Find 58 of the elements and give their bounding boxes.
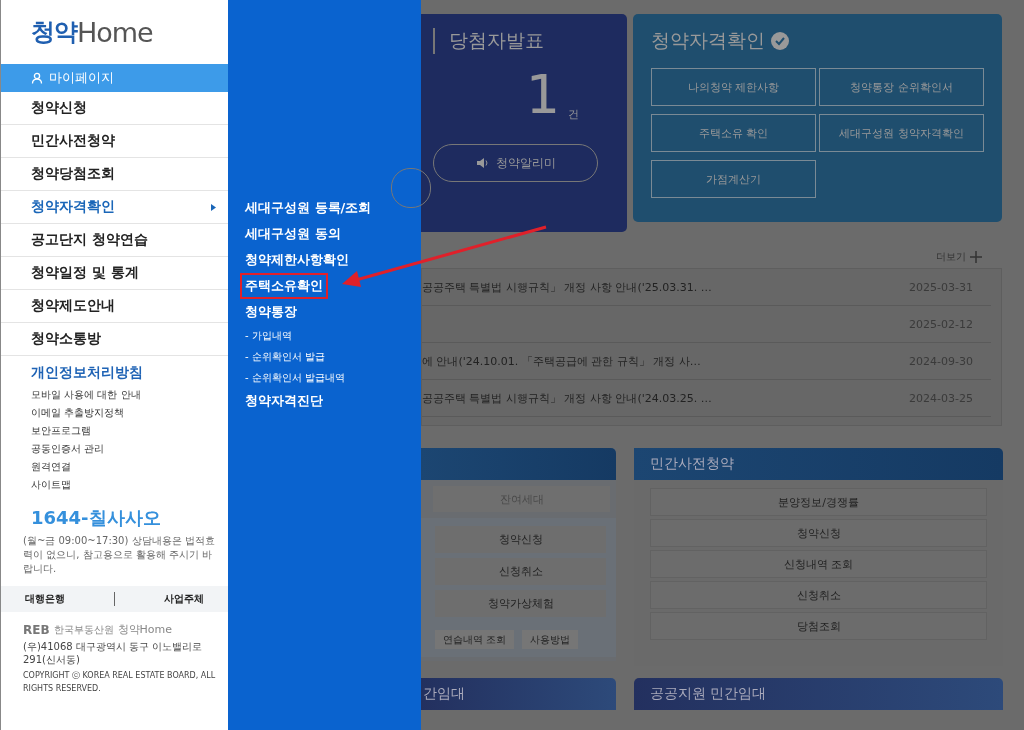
phone-note: (월~금 09:00~17:30) 상담내용은 법적효력이 없으니, 참고용으로 활용해 주시기 바랍니다. <box>22 534 216 576</box>
business-tab[interactable]: 사업주체 <box>163 592 204 606</box>
submenu-item[interactable]: 청약자격진단 <box>240 388 328 414</box>
privacy-policy-link[interactable]: 개인정보처리방침 <box>31 364 228 382</box>
footer-link[interactable]: 원격연결 <box>31 460 228 474</box>
phone-number: 1644-칠사사오 <box>31 506 162 530</box>
submenu-link[interactable]: - 순위확인서 발급 <box>240 346 330 367</box>
copyright: COPYRIGHT ⓒ KOREA REAL ESTATE BOARD, ALL RIGHTS RESERVED. <box>23 670 217 695</box>
site-logo[interactable]: 청약Home <box>1 0 228 64</box>
eligibility-button[interactable]: 청약통장 순위확인서 <box>819 68 984 106</box>
mypage-link[interactable]: 마이페이지 <box>1 64 228 92</box>
presale-button[interactable]: 당첨조회 <box>650 612 987 640</box>
pill-button[interactable] <box>391 168 431 208</box>
notice-title[interactable]: 공공주택 특별법 시행규칙」 개정 사항 안내('24.03.25. … <box>422 390 712 406</box>
footer-link[interactable]: 이메일 추출방지정책 <box>31 406 228 420</box>
address: (우)41068 대구광역시 동구 이노밸리로 291(신서동) <box>23 640 204 666</box>
card-title: 간임대 <box>423 685 465 703</box>
submenu-item[interactable]: 세대구성원 동의 <box>240 221 346 247</box>
org-name: 한국부동산원 <box>53 622 114 637</box>
footer-link[interactable]: 공동인증서 관리 <box>31 442 228 456</box>
card-title: 공공지원 민간임대 <box>650 685 767 703</box>
person-icon <box>31 72 43 84</box>
card-title: 민간사전청약 <box>650 455 734 473</box>
triangle-icon <box>211 203 216 211</box>
footer-link[interactable]: 보안프로그램 <box>31 424 228 438</box>
submenu-item[interactable]: 주택소유확인 <box>240 273 328 299</box>
footer-link[interactable]: 사이트맵 <box>31 478 228 492</box>
submenu-item[interactable]: 청약제한사항확인 <box>240 247 354 273</box>
notice-title[interactable]: 에 안내('24.10.01. 「주택공급에 관한 규칙」 개정 사… <box>422 353 701 369</box>
eligibility-button[interactable]: 세대구성원 청약자격확인 <box>819 114 984 152</box>
card-title: 청약자격확인 <box>651 28 765 53</box>
check-icon <box>771 32 789 50</box>
speaker-icon <box>475 157 490 169</box>
bank-tab[interactable]: 대행은행 <box>25 592 66 606</box>
presale-button[interactable]: 분양정보/경쟁률 <box>650 488 987 516</box>
presale-button[interactable]: 신청취소 <box>650 581 987 609</box>
submenu-link[interactable]: - 가입내역 <box>240 325 297 346</box>
practice-button[interactable]: 청약신청 <box>435 526 606 553</box>
submenu-item[interactable]: 청약통장 <box>240 299 302 325</box>
practice-button[interactable]: 청약가상체험 <box>435 590 606 617</box>
winner-count: 1 <box>525 68 560 122</box>
reb-logo: REB <box>23 622 50 637</box>
count-unit: 건 <box>568 107 579 122</box>
footer-brand: 청약Home <box>117 622 173 637</box>
notice-title[interactable]: 공공주택 특별법 시행규칙」 개정 사항 안내('25.03.31. … <box>422 279 712 295</box>
plus-icon[interactable] <box>970 251 982 263</box>
eligibility-button[interactable]: 가점계산기 <box>651 160 816 198</box>
card-title: 당첨자발표 <box>433 28 627 54</box>
practice-button[interactable]: 신청취소 <box>435 558 606 585</box>
small-button[interactable]: 연습내역 조회 <box>435 630 515 649</box>
presale-button[interactable]: 신청내역 조회 <box>650 550 987 578</box>
eligibility-button[interactable]: 주택소유 확인 <box>651 114 816 152</box>
presale-button[interactable]: 청약신청 <box>650 519 987 547</box>
footer-link[interactable]: 모바일 사용에 대한 안내 <box>31 388 228 402</box>
small-button[interactable]: 사용방법 <box>522 630 579 649</box>
submenu-link[interactable]: - 순위확인서 발급내역 <box>240 367 350 388</box>
eligibility-button[interactable]: 나의청약 제한사항 <box>651 68 816 106</box>
submenu-item[interactable]: 세대구성원 등록/조회 <box>240 195 377 221</box>
